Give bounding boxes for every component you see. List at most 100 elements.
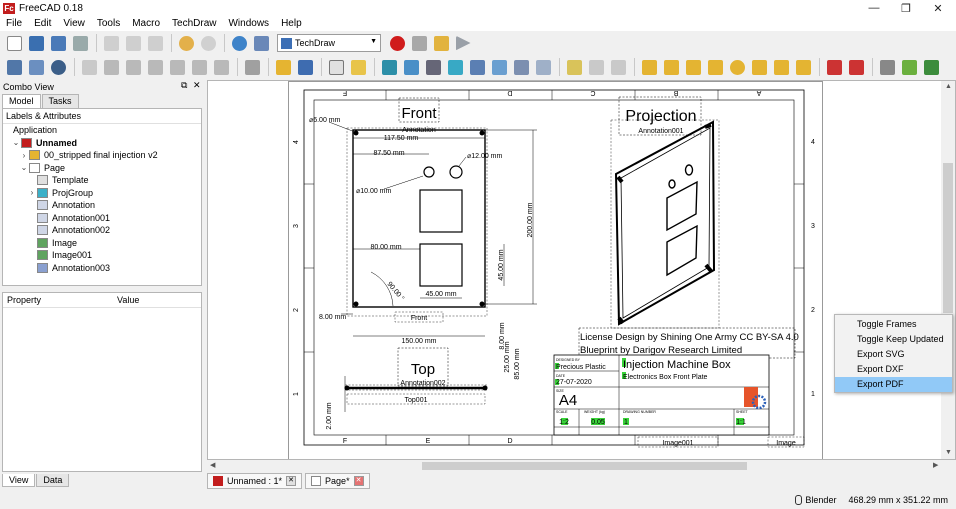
navigation-style[interactable]: Blender	[795, 494, 836, 505]
tree-item[interactable]: Annotation	[3, 199, 201, 212]
draw-style-button[interactable]	[48, 57, 68, 77]
whats-this-button[interactable]	[251, 33, 271, 53]
insert-default-page-button[interactable]	[326, 57, 346, 77]
active-view-button[interactable]	[401, 57, 421, 77]
menu-toggle-keep-updated[interactable]: Toggle Keep Updated	[835, 332, 952, 347]
open-button[interactable]	[26, 33, 46, 53]
undo-button[interactable]	[176, 33, 196, 53]
clip-group-button[interactable]	[564, 57, 584, 77]
tree-item[interactable]: › 00_stripped final injection v2	[3, 149, 201, 162]
macro-edit-button[interactable]	[431, 33, 451, 53]
link-dimension-button[interactable]	[793, 57, 813, 77]
measure-button[interactable]	[242, 57, 262, 77]
drawing-sheet[interactable]: F D C B A F E D 4 3 2 1 4 3 2 1 Front An…	[288, 81, 823, 459]
fit-all-button[interactable]	[4, 57, 24, 77]
radius-dimension-button[interactable]	[705, 57, 725, 77]
menu-tools[interactable]: Tools	[91, 16, 126, 31]
horizontal-scrollbar[interactable]: ◀ ▶	[207, 460, 956, 472]
view-front-button[interactable]	[101, 57, 121, 77]
draft-view-button[interactable]	[489, 57, 509, 77]
diameter-dimension-button[interactable]	[727, 57, 747, 77]
vertical-scroll-thumb[interactable]	[943, 163, 953, 313]
menu-macro[interactable]: Macro	[126, 16, 166, 31]
copy-button[interactable]	[123, 33, 143, 53]
tree-item[interactable]: Annotation001	[3, 212, 201, 225]
section-view-button[interactable]	[445, 57, 465, 77]
tree-expander-icon[interactable]: ⌄	[11, 138, 21, 147]
tree-expander-icon[interactable]: ›	[19, 151, 29, 160]
view-rear-button[interactable]	[167, 57, 187, 77]
length-dimension-button[interactable]	[639, 57, 659, 77]
scroll-down-icon[interactable]: ▼	[945, 449, 952, 456]
export-svg-button[interactable]	[824, 57, 844, 77]
view-right-button[interactable]	[145, 57, 165, 77]
maximize-button[interactable]: ❐	[892, 0, 920, 16]
tab-model[interactable]: Model	[2, 94, 41, 108]
menu-techdraw[interactable]: TechDraw	[166, 16, 222, 31]
geom-hatch-button[interactable]	[899, 57, 919, 77]
tree-item[interactable]: Image	[3, 237, 201, 250]
close-tab-icon[interactable]: ✕	[353, 475, 364, 486]
tree-item[interactable]: Template	[3, 174, 201, 187]
fit-selection-button[interactable]	[26, 57, 46, 77]
tab-unnamed-document[interactable]: Unnamed : 1* ✕	[207, 472, 303, 489]
new-button[interactable]	[4, 33, 24, 53]
tree-item[interactable]: Annotation003	[3, 262, 201, 275]
spreadsheet-view-button[interactable]	[533, 57, 553, 77]
scroll-up-icon[interactable]: ▲	[945, 83, 952, 90]
menu-toggle-frames[interactable]: Toggle Frames	[835, 317, 952, 332]
scroll-left-icon[interactable]: ◀	[210, 461, 215, 469]
macro-run-button[interactable]	[453, 33, 473, 53]
arch-view-button[interactable]	[511, 57, 531, 77]
tree-item[interactable]: Image001	[3, 249, 201, 262]
redo-button[interactable]	[198, 33, 218, 53]
tree-expander-icon[interactable]: ›	[27, 188, 37, 197]
tree-item[interactable]: › ProjGroup	[3, 187, 201, 200]
macro-stop-button[interactable]	[409, 33, 429, 53]
hatch-button[interactable]	[877, 57, 897, 77]
workbench-selector[interactable]: TechDraw ▼	[277, 34, 381, 52]
menu-export-dxf[interactable]: Export DXF	[835, 362, 952, 377]
view-isometric-button[interactable]	[79, 57, 99, 77]
tree-item[interactable]: ⌄ Page	[3, 162, 201, 175]
insert-page-template-button[interactable]	[348, 57, 368, 77]
menu-export-pdf[interactable]: Export PDF	[835, 377, 952, 392]
projection-group-button[interactable]	[423, 57, 443, 77]
view-left-button[interactable]	[211, 57, 231, 77]
vertical-dimension-button[interactable]	[683, 57, 703, 77]
tree-item[interactable]: ⌄ Unnamed	[3, 137, 201, 150]
minimize-button[interactable]: —	[860, 0, 888, 16]
macro-record-button[interactable]	[387, 33, 407, 53]
cut-button[interactable]	[101, 33, 121, 53]
tab-page[interactable]: Page* ✕	[305, 472, 370, 489]
tree-item[interactable]: Application	[3, 124, 201, 137]
menu-windows[interactable]: Windows	[222, 16, 275, 31]
symbol-button[interactable]	[921, 57, 941, 77]
menu-export-svg[interactable]: Export SVG	[835, 347, 952, 362]
paste-button[interactable]	[145, 33, 165, 53]
clip-remove-button[interactable]	[608, 57, 628, 77]
insert-view-button[interactable]	[379, 57, 399, 77]
create-group-button[interactable]	[295, 57, 315, 77]
techdraw-page-view[interactable]: F D C B A F E D 4 3 2 1 4 3 2 1 Front An…	[207, 80, 956, 460]
menu-edit[interactable]: Edit	[28, 16, 57, 31]
float-panel-icon[interactable]: ⧉	[181, 80, 187, 91]
menu-file[interactable]: File	[0, 16, 28, 31]
close-tab-icon[interactable]: ✕	[286, 475, 297, 486]
save-button[interactable]	[48, 33, 68, 53]
3pt-angle-dimension-button[interactable]	[771, 57, 791, 77]
view-bottom-button[interactable]	[189, 57, 209, 77]
print-button[interactable]	[70, 33, 90, 53]
close-panel-icon[interactable]: ✕	[193, 80, 201, 91]
tab-view[interactable]: View	[2, 474, 36, 487]
view-top-button[interactable]	[123, 57, 143, 77]
refresh-button[interactable]	[229, 33, 249, 53]
create-part-button[interactable]	[273, 57, 293, 77]
horizontal-scroll-thumb[interactable]	[422, 462, 747, 470]
scroll-right-icon[interactable]: ▶	[933, 461, 938, 469]
vertical-scrollbar[interactable]: ▲ ▼	[941, 81, 955, 459]
close-window-button[interactable]: ✕	[924, 0, 952, 16]
clip-add-button[interactable]	[586, 57, 606, 77]
tree-expander-icon[interactable]: ⌄	[19, 163, 29, 172]
menu-view[interactable]: View	[57, 16, 91, 31]
